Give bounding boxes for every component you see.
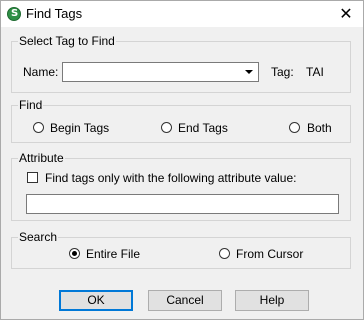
chevron-down-icon[interactable]	[241, 63, 258, 81]
both-radio[interactable]	[289, 122, 300, 133]
app-icon-letter: S	[11, 8, 19, 19]
both-label[interactable]: Both	[307, 121, 332, 135]
app-icon: S	[7, 7, 21, 21]
name-label: Name:	[23, 65, 59, 79]
end-tags-radio[interactable]	[161, 122, 172, 133]
attribute-filter-label[interactable]: Find tags only with the following attrib…	[45, 171, 296, 185]
window-title: Find Tags	[26, 6, 83, 21]
tag-name-combobox[interactable]	[62, 62, 259, 82]
end-tags-label[interactable]: End Tags	[178, 121, 228, 135]
from-cursor-label[interactable]: From Cursor	[236, 247, 303, 261]
begin-tags-radio[interactable]	[33, 122, 44, 133]
search-legend: Search	[18, 230, 59, 244]
title-bar[interactable]: S Find Tags ✕	[1, 1, 363, 27]
attribute-filter-checkbox[interactable]	[27, 172, 38, 183]
entire-file-radio[interactable]	[69, 248, 80, 259]
attribute-value-input[interactable]	[26, 194, 339, 214]
tag-value: TAI	[306, 65, 324, 79]
find-tags-dialog: S Find Tags ✕ Select Tag to Find Name: T…	[0, 0, 364, 320]
find-legend: Find	[18, 98, 44, 112]
tag-label: Tag:	[271, 65, 294, 79]
help-button[interactable]: Help	[235, 290, 309, 311]
ok-button[interactable]: OK	[59, 290, 133, 311]
entire-file-label[interactable]: Entire File	[86, 247, 140, 261]
cancel-button[interactable]: Cancel	[148, 290, 222, 311]
close-icon[interactable]: ✕	[337, 5, 355, 23]
from-cursor-radio[interactable]	[219, 248, 230, 259]
attribute-legend: Attribute	[18, 151, 65, 165]
select-tag-legend: Select Tag to Find	[18, 34, 116, 48]
begin-tags-label[interactable]: Begin Tags	[50, 121, 109, 135]
